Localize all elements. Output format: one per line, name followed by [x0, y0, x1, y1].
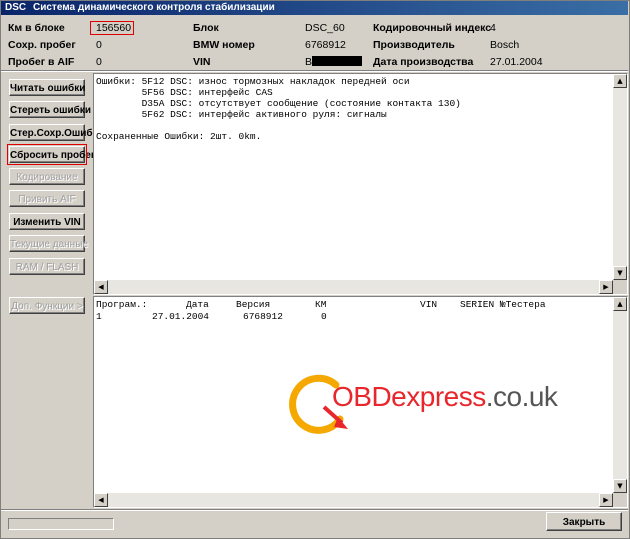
block-value: DSC_60 — [305, 22, 345, 34]
coding-index-value: 4 — [490, 22, 496, 34]
scroll-corner — [613, 493, 627, 507]
aif-mileage-value: 0 — [96, 56, 102, 68]
saved-mileage-label: Сохр. пробег — [8, 39, 76, 51]
vin-redaction — [312, 56, 362, 66]
manufacturer-value: Bosch — [490, 39, 520, 51]
errors-horizontal-scrollbar[interactable]: ◀ ▶ — [94, 280, 613, 294]
coding-button[interactable]: Кодирование — [9, 168, 85, 185]
column-header: Програм.: — [96, 299, 148, 310]
write-aif-button[interactable]: Привить AIF — [9, 190, 85, 207]
km-value: 156560 — [96, 22, 132, 34]
production-date-label: Дата производства — [373, 56, 474, 68]
scroll-up-icon[interactable]: ▲ — [613, 74, 627, 88]
reset-mileage-button[interactable]: Сбросить пробег — [7, 144, 95, 165]
program-table-panel[interactable]: Програм.: Дата Версия КМ VIN SERIEN №Тес… — [93, 296, 628, 508]
block-label: Блок — [193, 22, 219, 34]
scroll-up-icon[interactable]: ▲ — [613, 297, 627, 311]
errors-vertical-scrollbar[interactable]: ▲ ▼ — [613, 74, 627, 280]
header-divider — [1, 70, 628, 72]
scroll-down-icon[interactable]: ▼ — [613, 266, 627, 280]
bmw-number-label: BMW номер — [193, 39, 255, 51]
column-header: Версия — [236, 299, 271, 310]
progress-bar — [8, 518, 114, 530]
footer-divider — [1, 509, 628, 511]
clear-errors-button[interactable]: Стереть ошибки — [9, 101, 91, 118]
table-cell: 27.01.2004 — [152, 311, 210, 322]
app-name: DSC — [5, 2, 27, 13]
aif-mileage-label: Пробег в AIF — [8, 56, 75, 68]
saved-mileage-value: 0 — [96, 39, 102, 51]
scroll-corner — [613, 280, 627, 294]
scroll-left-icon[interactable]: ◀ — [94, 280, 108, 294]
extra-functions-button[interactable]: Доп. Функции > — [9, 297, 85, 314]
production-date-value: 27.01.2004 — [490, 56, 543, 68]
table-cell: 0 — [321, 311, 327, 322]
current-data-button[interactable]: Текущие данные — [9, 235, 88, 252]
km-label: Км в блоке — [8, 22, 65, 34]
obdexpress-watermark: OBDexpress.co.uk — [284, 369, 558, 442]
scroll-down-icon[interactable]: ▼ — [613, 479, 627, 493]
scroll-left-icon[interactable]: ◀ — [94, 493, 108, 507]
column-header: SERIEN №Тестера — [460, 299, 546, 310]
error-line: 5F56 DSC: интерфейс CAS — [96, 87, 273, 98]
table-cell: 6768912 — [243, 311, 283, 322]
scroll-right-icon[interactable]: ▶ — [599, 280, 613, 294]
vin-label: VIN — [193, 56, 211, 68]
error-line: Ошибки: 5F12 DSC: износ тормозных наклад… — [96, 76, 410, 87]
vin-value: B — [305, 56, 313, 68]
coding-index-label: Кодировочный индекс — [373, 22, 492, 34]
read-errors-button[interactable]: Читать ошибки — [9, 79, 85, 96]
watermark-text: OBDexpress.co.uk — [332, 381, 558, 412]
change-vin-button[interactable]: Изменить VIN — [9, 213, 85, 230]
column-header: КМ — [315, 299, 327, 310]
errors-panel[interactable]: Ошибки: 5F12 DSC: износ тормозных наклад… — [93, 73, 628, 295]
scroll-right-icon[interactable]: ▶ — [599, 493, 613, 507]
saved-errors-line: Сохраненные Ошибки: 2шт. 0km. — [96, 131, 262, 142]
close-button[interactable]: Закрыть — [546, 512, 622, 531]
bmw-number-value: 6768912 — [305, 39, 346, 51]
column-header: VIN — [420, 299, 438, 310]
manufacturer-label: Производитель — [373, 39, 455, 51]
column-header: Дата — [186, 299, 209, 310]
window-title: Система динамического контроля стабилиза… — [33, 2, 275, 13]
clear-saved-errors-button[interactable]: Стер.Сохр.Ошиб — [9, 124, 93, 141]
table-horizontal-scrollbar[interactable]: ◀ ▶ — [94, 493, 613, 507]
error-line: D35A DSC: отсутствует сообщение (состоян… — [96, 98, 461, 109]
error-line: 5F62 DSC: интерфейс активного руля: сигн… — [96, 109, 387, 120]
table-cell: 1 — [96, 311, 102, 322]
table-vertical-scrollbar[interactable]: ▲ ▼ — [613, 297, 627, 493]
title-bar: DSC Система динамического контроля стаби… — [1, 1, 628, 15]
ram-flash-button[interactable]: RAM / FLASH — [9, 258, 85, 275]
